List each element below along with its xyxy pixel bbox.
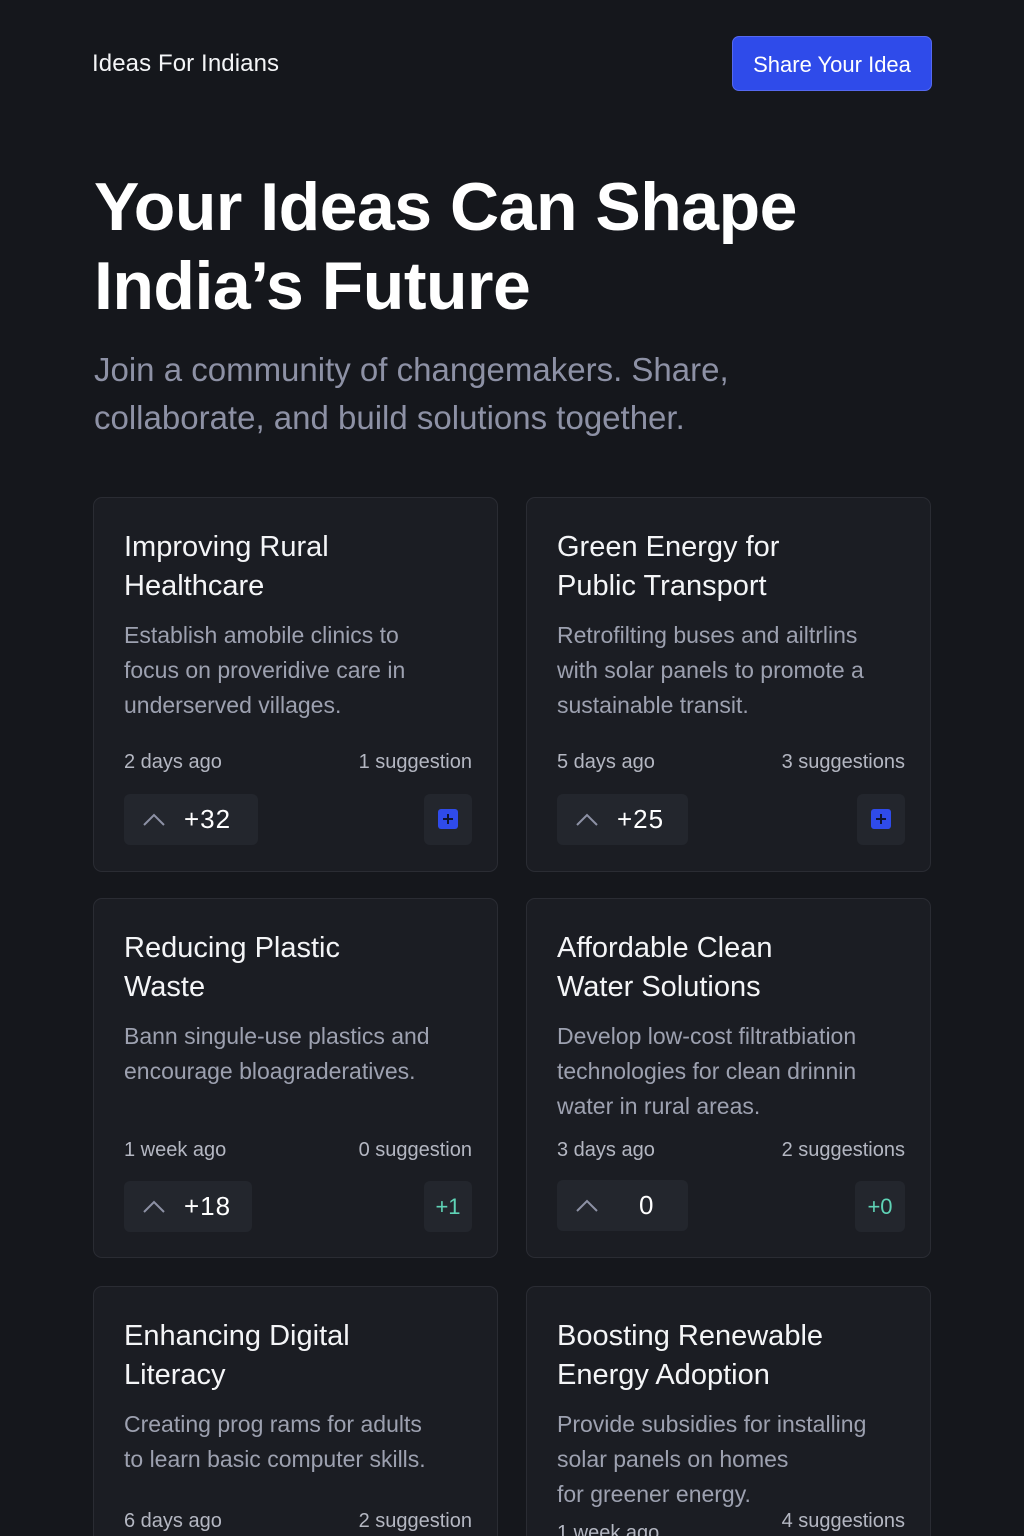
idea-card[interactable]: Enhancing Digital Literacy Creating prog…	[93, 1286, 498, 1536]
idea-title[interactable]: Affordable Clean Water Solutions	[557, 929, 912, 1007]
idea-description: Retrofilting buses and ailtrlins with so…	[557, 618, 917, 723]
idea-title-line: Boosting Renewable	[557, 1320, 824, 1352]
idea-title-line: Reducing Plastic	[124, 932, 340, 964]
upvote-button[interactable]: +25	[557, 794, 688, 845]
idea-suggestion-count[interactable]: 3 suggestions	[782, 749, 905, 775]
chevron-up-icon	[576, 1199, 598, 1212]
suggestion-vote-button[interactable]: +1	[424, 1181, 472, 1232]
idea-suggestion-count[interactable]: 1 suggestion	[359, 749, 472, 775]
vote-count: 0	[639, 1190, 655, 1220]
idea-description: Bann singule-use plastics and encourage …	[124, 1019, 484, 1089]
idea-description: Creating prog rams for adults to learn b…	[124, 1407, 484, 1477]
plus-icon	[871, 809, 891, 829]
idea-description-line: with solar panels to promote a	[557, 657, 864, 683]
page: Ideas For Indians Share Your Idea Your I…	[0, 0, 1024, 1536]
idea-suggestion-count[interactable]: 0 suggestion	[359, 1137, 472, 1163]
add-suggestion-button[interactable]	[857, 794, 905, 845]
idea-title-line: Improving Rural	[124, 531, 329, 563]
plus-icon	[438, 809, 458, 829]
idea-description-line: Establish amobile clinics to	[124, 622, 399, 648]
hero-title-line: India’s Future	[94, 248, 531, 324]
idea-description-line: for greener energy.	[557, 1481, 751, 1507]
idea-description-line: Retrofilting buses and ailtrlins	[557, 622, 858, 648]
idea-timestamp: 1 week ago	[557, 1522, 660, 1536]
idea-description-line: Develop low-cost filtratbiation	[557, 1023, 857, 1049]
idea-title-line: Literacy	[124, 1359, 226, 1391]
idea-title-line: Public Transport	[557, 570, 767, 602]
idea-timestamp: 3 days ago	[557, 1139, 655, 1161]
idea-suggestion-count[interactable]: 2 suggestions	[782, 1137, 905, 1163]
upvote-button[interactable]: +32	[124, 794, 258, 845]
idea-title[interactable]: Enhancing Digital Literacy	[124, 1317, 479, 1395]
idea-suggestion-count[interactable]: 4 suggestions	[782, 1508, 905, 1534]
idea-description-line: Creating prog rams for adults	[124, 1411, 422, 1437]
upvote-button[interactable]: 0	[557, 1180, 688, 1231]
idea-title-line: Healthcare	[124, 570, 265, 602]
idea-description-line: Provide subsidies for installing	[557, 1411, 867, 1437]
idea-title[interactable]: Green Energy for Public Transport	[557, 528, 912, 606]
idea-title[interactable]: Improving Rural Healthcare	[124, 528, 479, 606]
share-idea-button[interactable]: Share Your Idea	[732, 36, 932, 91]
idea-description-line: sustainable transit.	[557, 692, 749, 718]
idea-description-line: underserved villages.	[124, 692, 342, 718]
idea-title-line: Water Solutions	[557, 971, 761, 1003]
idea-timestamp: 2 days ago	[124, 751, 222, 773]
idea-card[interactable]: Reducing Plastic Waste Bann singule-use …	[93, 898, 498, 1258]
idea-title-line: Energy Adoption	[557, 1359, 770, 1391]
idea-timestamp: 6 days ago	[124, 1510, 222, 1532]
idea-description-line: water in rural areas.	[557, 1093, 761, 1119]
idea-title-line: Affordable Clean	[557, 932, 773, 964]
hero-subtitle: Join a community of changemakers. Share,…	[94, 346, 854, 442]
vote-count: +32	[184, 804, 232, 834]
idea-description-line: focus on proveridive care in	[124, 657, 406, 683]
hero-subtitle-line: collaborate, and build solutions togethe…	[94, 399, 685, 436]
chevron-up-icon	[143, 813, 165, 826]
idea-suggestion-count[interactable]: 2 suggestion	[359, 1508, 472, 1534]
vote-count: +18	[184, 1191, 232, 1221]
idea-card[interactable]: Improving Rural Healthcare Establish amo…	[93, 497, 498, 872]
idea-title-line: Waste	[124, 971, 206, 1003]
idea-description: Develop low-cost filtratbiation technolo…	[557, 1019, 917, 1124]
idea-description-line: encourage bloagraderatives.	[124, 1058, 416, 1084]
idea-description-line: technologies for clean drinnin	[557, 1058, 857, 1084]
idea-card[interactable]: Affordable Clean Water Solutions Develop…	[526, 898, 931, 1258]
idea-title[interactable]: Boosting Renewable Energy Adoption	[557, 1317, 912, 1395]
idea-description-line: to learn basic computer skills.	[124, 1446, 426, 1472]
idea-timestamp: 1 week ago	[124, 1139, 227, 1161]
idea-description-line: solar panels on homes	[557, 1446, 789, 1472]
upvote-button[interactable]: +18	[124, 1181, 252, 1232]
chevron-up-icon	[143, 1200, 165, 1213]
idea-title-line: Enhancing Digital	[124, 1320, 350, 1352]
hero-subtitle-line: Join a community of changemakers. Share,	[94, 351, 729, 388]
idea-title-line: Green Energy for	[557, 531, 780, 563]
idea-description: Establish amobile clinics to focus on pr…	[124, 618, 484, 723]
idea-card[interactable]: Boosting Renewable Energy Adoption Provi…	[526, 1286, 931, 1536]
idea-description-line: Bann singule-use plastics and	[124, 1023, 430, 1049]
hero-title-line: Your Ideas Can Shape	[94, 169, 797, 245]
suggestion-vote-button[interactable]: +0	[855, 1181, 905, 1232]
idea-description: Provide subsidies for installing solar p…	[557, 1407, 917, 1512]
suggestion-vote-count: +0	[867, 1194, 893, 1219]
idea-title[interactable]: Reducing Plastic Waste	[124, 929, 479, 1007]
chevron-up-icon	[576, 813, 598, 826]
vote-count: +25	[617, 804, 665, 834]
brand-logo-text[interactable]: Ideas For Indians	[92, 48, 279, 80]
idea-timestamp: 5 days ago	[557, 751, 655, 773]
add-suggestion-button[interactable]	[424, 794, 472, 845]
idea-card[interactable]: Green Energy for Public Transport Retrof…	[526, 497, 931, 872]
hero-title: Your Ideas Can Shape India’s Future	[94, 168, 954, 326]
suggestion-vote-count: +1	[435, 1194, 461, 1219]
